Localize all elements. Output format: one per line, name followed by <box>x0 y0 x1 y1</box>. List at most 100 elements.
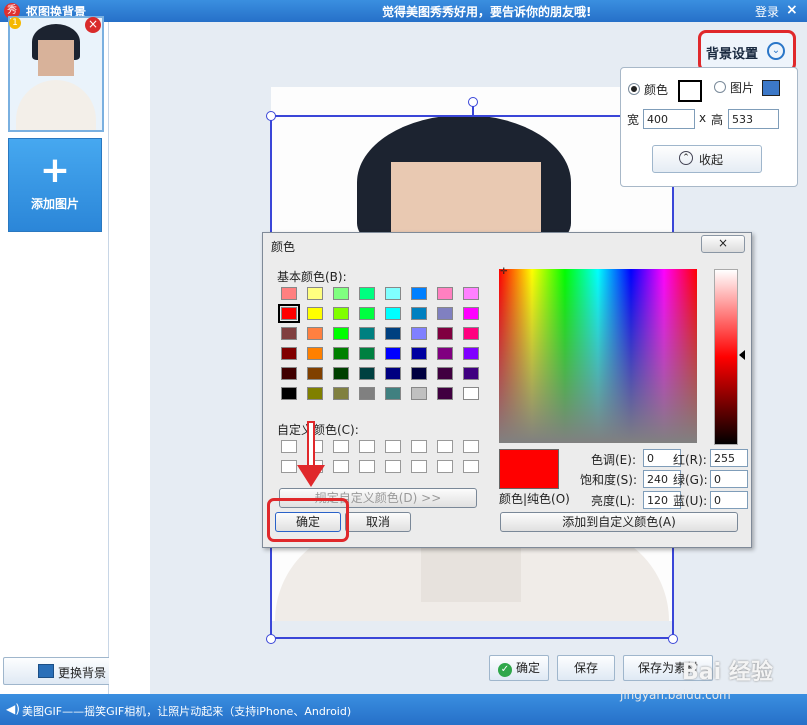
custom-color-swatch[interactable] <box>359 440 375 453</box>
basic-color-swatch[interactable] <box>463 347 479 360</box>
luminance-pointer-icon[interactable] <box>739 350 745 360</box>
color-radio[interactable] <box>628 83 640 95</box>
basic-color-swatch[interactable] <box>333 287 349 300</box>
custom-color-swatch[interactable] <box>463 460 479 473</box>
basic-color-swatch[interactable] <box>385 367 401 380</box>
chevron-down-icon[interactable]: ⌄ <box>767 42 785 60</box>
add-image-button[interactable]: + 添加图片 <box>8 138 102 232</box>
basic-color-swatch[interactable] <box>463 307 479 320</box>
basic-color-swatch[interactable] <box>359 367 375 380</box>
luminance-slider[interactable] <box>714 269 738 445</box>
basic-color-swatch[interactable] <box>437 387 453 400</box>
rotate-handle[interactable] <box>468 97 478 107</box>
basic-color-swatch[interactable] <box>411 287 427 300</box>
picture-icon <box>38 664 54 678</box>
basic-color-swatch[interactable] <box>385 307 401 320</box>
cancel-button[interactable]: 取消 <box>345 512 411 532</box>
blue-input[interactable]: 0 <box>710 491 748 509</box>
login-link[interactable]: 登录 <box>755 3 779 20</box>
resize-handle-bottom-right[interactable] <box>668 634 678 644</box>
custom-color-swatch[interactable] <box>385 460 401 473</box>
basic-color-swatch[interactable] <box>411 347 427 360</box>
basic-color-swatch[interactable] <box>307 287 323 300</box>
height-input[interactable]: 533 <box>728 109 779 129</box>
resize-handle-top-left[interactable] <box>266 111 276 121</box>
basic-color-swatch[interactable] <box>307 367 323 380</box>
basic-color-swatch[interactable] <box>411 307 427 320</box>
basic-color-swatch[interactable] <box>411 367 427 380</box>
hue-label: 色调(E): <box>591 453 636 467</box>
close-icon[interactable]: × <box>701 235 745 253</box>
basic-color-swatch[interactable] <box>463 287 479 300</box>
basic-color-swatch[interactable] <box>359 387 375 400</box>
custom-color-swatch[interactable] <box>281 440 297 453</box>
basic-color-swatch[interactable] <box>437 347 453 360</box>
image-radio[interactable] <box>714 81 726 93</box>
red-input[interactable]: 255 <box>710 449 748 467</box>
basic-color-swatch[interactable] <box>307 347 323 360</box>
custom-color-swatch[interactable] <box>333 440 349 453</box>
basic-color-swatch[interactable] <box>385 387 401 400</box>
collapse-button[interactable]: ⌃ 收起 <box>652 145 762 173</box>
save-button[interactable]: 保存 <box>557 655 615 681</box>
blue-label: 蓝(U): <box>673 494 708 508</box>
basic-color-swatch[interactable] <box>307 307 323 320</box>
delete-photo-icon[interactable]: × <box>85 17 101 33</box>
custom-color-swatch[interactable] <box>281 460 297 473</box>
basic-color-swatch[interactable] <box>333 307 349 320</box>
status-message[interactable]: 美图GIF——摇笑GIF相机，让照片动起来（支持iPhone、Android) <box>22 703 351 719</box>
basic-color-swatch[interactable] <box>359 347 375 360</box>
basic-color-swatch[interactable] <box>333 347 349 360</box>
green-input[interactable]: 0 <box>710 470 748 488</box>
background-color-swatch[interactable] <box>678 80 702 102</box>
basic-color-swatch[interactable] <box>437 367 453 380</box>
basic-color-swatch[interactable] <box>463 387 479 400</box>
width-label: 宽 <box>627 113 640 127</box>
basic-color-swatch[interactable] <box>437 307 453 320</box>
basic-color-swatch[interactable] <box>307 387 323 400</box>
basic-color-swatch[interactable] <box>385 327 401 340</box>
custom-color-swatch[interactable] <box>333 460 349 473</box>
basic-color-swatch[interactable] <box>333 367 349 380</box>
basic-color-swatch[interactable] <box>437 327 453 340</box>
confirm-button[interactable]: ✓ 确定 <box>489 655 549 681</box>
basic-color-swatch[interactable] <box>278 304 300 323</box>
canvas-margin <box>109 22 150 694</box>
basic-color-swatch[interactable] <box>333 327 349 340</box>
custom-color-swatch[interactable] <box>411 440 427 453</box>
basic-color-swatch[interactable] <box>437 287 453 300</box>
custom-color-swatch[interactable] <box>385 440 401 453</box>
custom-color-swatch[interactable] <box>463 440 479 453</box>
basic-color-swatch[interactable] <box>359 307 375 320</box>
custom-color-swatch[interactable] <box>359 460 375 473</box>
basic-color-swatch[interactable] <box>385 347 401 360</box>
color-spectrum[interactable] <box>499 269 697 443</box>
photo-thumbnail[interactable] <box>8 16 104 132</box>
basic-color-swatch[interactable] <box>385 287 401 300</box>
collapse-label: 收起 <box>699 153 724 167</box>
custom-color-swatch[interactable] <box>411 460 427 473</box>
basic-color-swatch[interactable] <box>463 367 479 380</box>
basic-color-swatch[interactable] <box>359 327 375 340</box>
watermark-url: jingyan.baidu.com <box>620 688 731 702</box>
basic-color-swatch[interactable] <box>281 387 297 400</box>
basic-color-swatch[interactable] <box>281 287 297 300</box>
custom-color-swatch[interactable] <box>437 440 453 453</box>
basic-color-swatch[interactable] <box>333 387 349 400</box>
width-input[interactable]: 400 <box>643 109 695 129</box>
picture-icon[interactable] <box>762 80 780 96</box>
basic-color-swatch[interactable] <box>307 327 323 340</box>
basic-color-swatch[interactable] <box>411 327 427 340</box>
basic-color-swatch[interactable] <box>463 327 479 340</box>
add-to-custom-colors-button[interactable]: 添加到自定义颜色(A) <box>500 512 738 532</box>
basic-color-swatch[interactable] <box>281 367 297 380</box>
thumb-shoulders <box>16 80 96 130</box>
custom-color-swatch[interactable] <box>437 460 453 473</box>
close-window-icon[interactable]: × <box>786 2 798 18</box>
basic-color-swatch[interactable] <box>359 287 375 300</box>
resize-handle-bottom-left[interactable] <box>266 634 276 644</box>
basic-color-swatch[interactable] <box>411 387 427 400</box>
times-sign: x <box>699 111 707 125</box>
basic-color-swatch[interactable] <box>281 327 297 340</box>
basic-color-swatch[interactable] <box>281 347 297 360</box>
